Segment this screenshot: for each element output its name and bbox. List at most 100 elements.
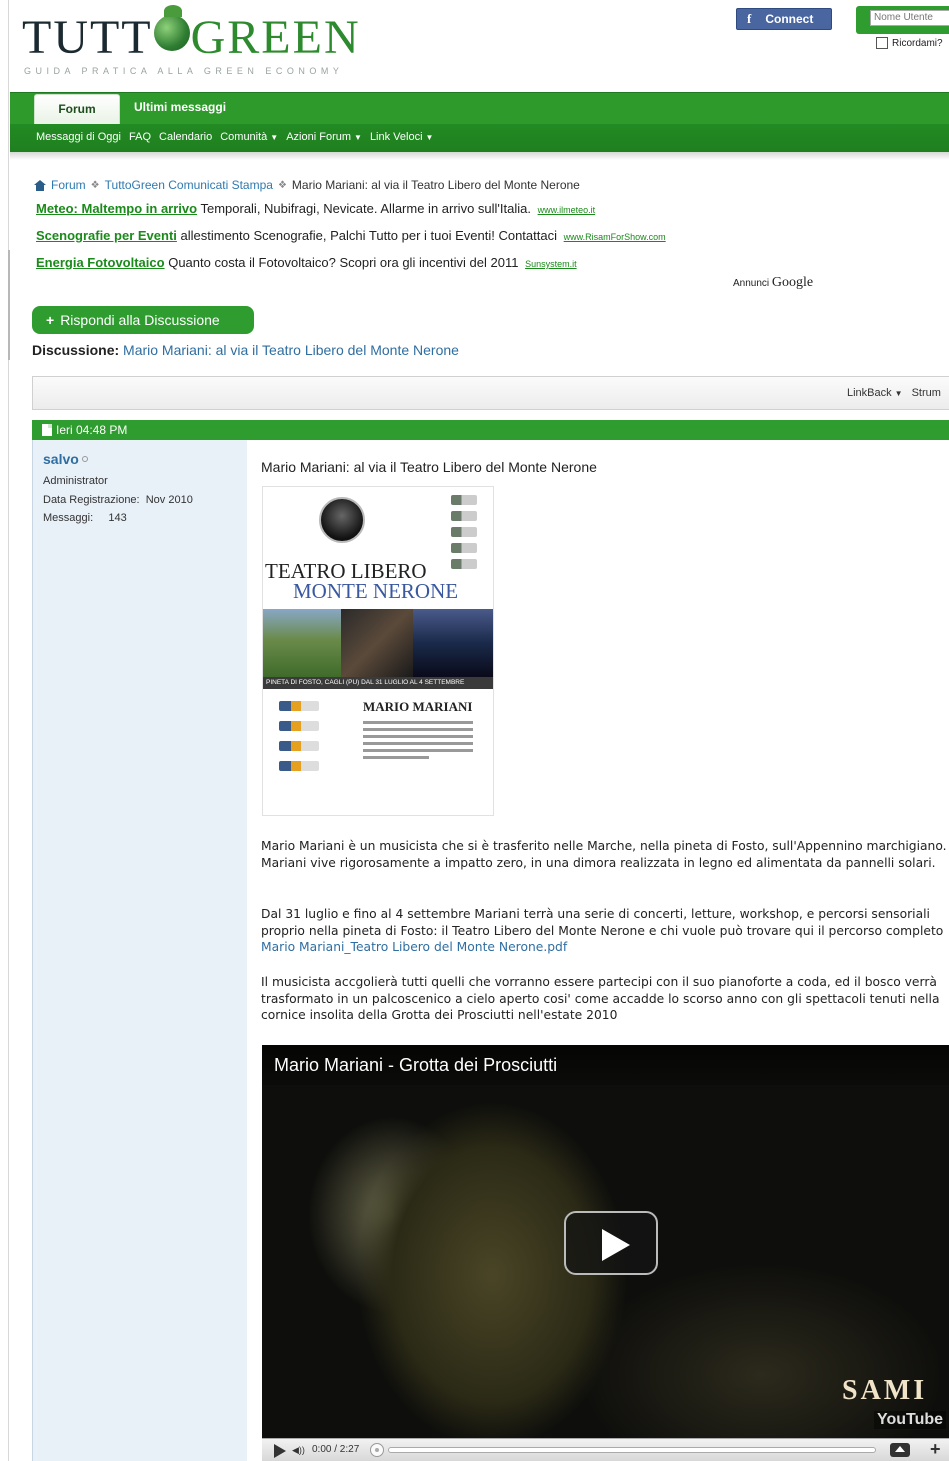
author-name: salvo: [43, 451, 79, 467]
toolbar-items: LinkBack ▼ Strum: [847, 387, 941, 399]
post-date: Ieri 04:48 PM: [56, 423, 128, 437]
linkback-menu[interactable]: LinkBack ▼: [847, 387, 903, 399]
breadcrumb: Forum ❖ TuttoGreen Comunicati Stampa ❖ M…: [34, 178, 580, 192]
ad-url-link[interactable]: www.RisamForShow.com: [564, 232, 666, 242]
breadcrumb-separator-icon: ❖: [277, 179, 287, 191]
video-time: 0:00 / 2:27: [312, 1444, 360, 1455]
post-paragraph: Il musicista accgolierà tutti quelli che…: [261, 975, 940, 1023]
subnav-community-label: Comunità: [220, 131, 268, 143]
breadcrumb-forum[interactable]: Forum: [51, 178, 86, 192]
subnav-links: Messaggi di Oggi FAQ Calendario Comunità…: [36, 131, 433, 143]
chevron-down-icon: ▼: [425, 132, 434, 142]
video-controls: ◀)) 0:00 / 2:27 +: [262, 1438, 949, 1461]
post-paragraph: Mario Mariani è un musicista che si è tr…: [261, 839, 947, 870]
ad-text: Temporali, Nubifragi, Nevicate. Allarme …: [200, 201, 531, 216]
breadcrumb-separator-icon: ❖: [90, 179, 100, 191]
remember-label: Ricordami?: [892, 37, 943, 49]
subnav-todays-posts[interactable]: Messaggi di Oggi: [36, 131, 121, 143]
plus-icon: +: [46, 312, 55, 328]
poster-artist: MARIO MARIANI: [363, 699, 473, 714]
pdf-link[interactable]: Mario Mariani_Teatro Libero del Monte Ne…: [261, 940, 567, 954]
reply-button[interactable]: + Rispondi alla Discussione: [32, 306, 254, 334]
video-progress-bar[interactable]: [388, 1447, 876, 1453]
post-count-label: Messaggi:: [43, 512, 94, 524]
play-icon[interactable]: [564, 1211, 658, 1275]
chevron-down-icon: ▼: [270, 132, 279, 142]
site-logo[interactable]: TUTT GREEN GUIDA PRATICA ALLA GREEN ECONO…: [22, 5, 362, 84]
audience-photo: [413, 609, 493, 677]
registration-label: Data Registrazione:: [43, 494, 140, 506]
play-icon[interactable]: [274, 1444, 286, 1458]
embedded-video[interactable]: Mario Mariani - Grotta dei Prosciutti SA…: [262, 1045, 949, 1461]
subnav-community[interactable]: Comunità ▼: [220, 131, 278, 143]
site-tagline: GUIDA PRATICA ALLA GREEN ECONOMY: [24, 66, 344, 76]
subnav-quick-links-label: Link Veloci: [369, 131, 423, 143]
google-brand: Google: [771, 275, 814, 290]
facebook-icon: f: [747, 11, 752, 26]
poster-line2: MONTE NERONE: [293, 579, 459, 603]
thread-prefix: Discussione:: [32, 342, 120, 358]
registration-value: Nov 2010: [145, 494, 193, 506]
subnav-calendar[interactable]: Calendario: [159, 131, 212, 143]
tools-menu[interactable]: Strum: [912, 387, 941, 399]
poster-dates: PINETA DI FOSTO, CAGLI (PU) DAL 31 LUGLI…: [263, 677, 493, 689]
progress-knob[interactable]: [370, 1443, 384, 1457]
page-left-border: [8, 0, 9, 1461]
ad-title-link[interactable]: Scenografie per Eventi: [36, 228, 177, 243]
google-ads-label[interactable]: Annunci Google: [733, 275, 813, 291]
offline-status-icon: [81, 456, 88, 462]
tab-latest-posts[interactable]: Ultimi messaggi: [134, 100, 226, 114]
remember-checkbox[interactable]: [876, 37, 888, 49]
subnav-forum-actions[interactable]: Azioni Forum ▼: [286, 131, 362, 143]
piano-photo: [341, 609, 413, 677]
portrait-image: [319, 497, 365, 543]
tab-forum[interactable]: Forum: [34, 94, 120, 124]
subnav-faq[interactable]: FAQ: [129, 131, 151, 143]
page-left-scroll-marker: [8, 250, 10, 360]
ad-item: Scenografie per Eventi allestimento Scen…: [36, 228, 666, 243]
remember-me[interactable]: Ricordami?: [876, 37, 943, 49]
header-shadow: [10, 152, 949, 160]
logo-main: TUTT: [22, 11, 153, 64]
plus-icon[interactable]: +: [930, 1439, 941, 1460]
document-icon: [42, 424, 52, 436]
thread-title-link[interactable]: Mario Mariani: al via il Teatro Libero d…: [123, 342, 459, 358]
ad-url-link[interactable]: Sunsystem.it: [525, 259, 577, 269]
annunci-label: Annunci: [733, 278, 770, 289]
video-watermark: SAMI: [842, 1375, 928, 1406]
user-registration: Data Registrazione: Nov 2010: [43, 494, 193, 506]
subnav-quick-links[interactable]: Link Veloci ▼: [370, 131, 434, 143]
thread-heading: Discussione: Mario Mariani: al via il Te…: [32, 342, 459, 358]
user-sidebar: [32, 440, 247, 1461]
subnav-forum-actions-label: Azioni Forum: [286, 131, 352, 143]
breadcrumb-category[interactable]: TuttoGreen Comunicati Stampa: [105, 178, 273, 192]
volume-icon[interactable]: ◀)): [292, 1445, 305, 1456]
post-paragraph: Dal 31 luglio e fino al 4 settembre Mari…: [261, 906, 949, 956]
chevron-down-icon: ▼: [894, 389, 903, 398]
facebook-connect-button[interactable]: f Connect: [736, 8, 832, 30]
poster-sponsors: [279, 701, 319, 781]
ad-title-link[interactable]: Meteo: Maltempo in arrivo: [36, 201, 197, 216]
video-title[interactable]: Mario Mariani - Grotta dei Prosciutti: [274, 1055, 557, 1076]
expand-icon[interactable]: [890, 1443, 910, 1457]
ad-text: Quanto costa il Fotovoltaico? Scopri ora…: [168, 255, 519, 270]
globe-icon: [153, 5, 190, 51]
username-input[interactable]: Nome Utente: [870, 10, 949, 26]
facebook-connect-label: Connect: [765, 12, 814, 26]
thread-toolbar: [32, 376, 949, 410]
ad-url-link[interactable]: www.ilmeteo.it: [538, 205, 596, 215]
post-author[interactable]: salvo: [43, 451, 88, 467]
post-count-value: 143: [108, 512, 127, 524]
post-title: Mario Mariani: al via il Teatro Libero d…: [261, 459, 597, 475]
home-icon[interactable]: [34, 179, 46, 191]
ad-title-link[interactable]: Energia Fotovoltaico: [36, 255, 165, 270]
logo-green: GREEN: [190, 11, 361, 64]
logo-wordmark: TUTT GREEN: [22, 5, 361, 64]
poster-body-text: [363, 721, 473, 763]
ad-item: Meteo: Maltempo in arrivo Temporali, Nub…: [36, 201, 595, 216]
youtube-logo[interactable]: YouTube: [874, 1411, 947, 1429]
poster-photos: [263, 609, 493, 677]
post-header: Ieri 04:48 PM: [32, 420, 949, 440]
ad-text: allestimento Scenografie, Palchi Tutto p…: [180, 228, 557, 243]
sponsor-logos: [451, 495, 481, 575]
